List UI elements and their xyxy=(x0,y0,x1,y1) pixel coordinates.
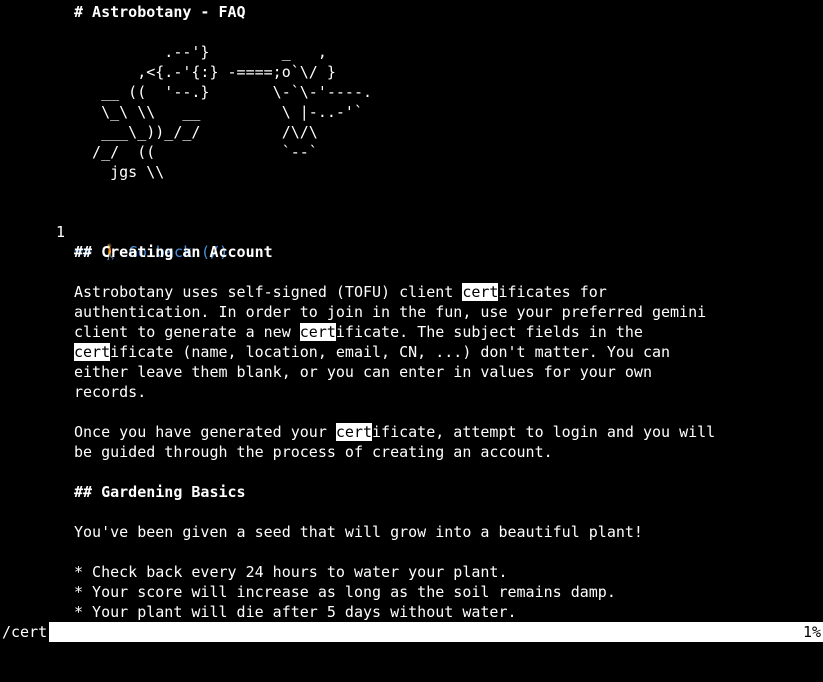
search-command-input[interactable]: /cert xyxy=(0,622,50,642)
paragraph-line: client to generate a new certificate. Th… xyxy=(74,323,643,341)
paragraph-line: certificate (name, location, email, CN, … xyxy=(74,343,671,361)
page-title: # Astrobotany - FAQ xyxy=(74,3,246,21)
search-match-highlight: cert xyxy=(299,323,336,341)
paragraph-line: Astrobotany uses self-signed (TOFU) clie… xyxy=(74,283,607,301)
search-match-highlight: cert xyxy=(74,343,111,361)
scroll-percent: 1% xyxy=(802,623,821,641)
link-number: 1 xyxy=(56,223,66,241)
status-bar: /cert 1% xyxy=(0,622,823,642)
heading-gardening-basics: ## Gardening Basics xyxy=(74,483,246,501)
search-match-highlight: cert xyxy=(462,283,499,301)
list-item: * Check back every 24 hours to water you… xyxy=(74,563,508,581)
paragraph-line: be guided through the process of creatin… xyxy=(74,443,553,461)
ascii-line: ___\_))_/_/ /\/\ xyxy=(74,123,318,141)
ascii-line: ,<{.-'{:} -====;o`\/ } xyxy=(74,63,336,81)
list-item: * Your score will increase as long as th… xyxy=(74,583,616,601)
search-match-highlight: cert xyxy=(335,423,373,441)
ascii-line: __ (( '--.} \-`\-'----. xyxy=(74,83,373,101)
paragraph-line: Once you have generated your certificate… xyxy=(74,423,716,441)
paragraph-line: authentication. In order to join in the … xyxy=(74,303,707,321)
ascii-line: /_/ (( `--` xyxy=(74,143,318,161)
paragraph-line: either leave them blank, or you can ente… xyxy=(74,363,652,381)
gardening-intro: You've been given a seed that will grow … xyxy=(74,523,643,541)
ascii-line: jgs \\ xyxy=(74,163,165,181)
link-row[interactable]: 1 => 🚶 Go back (/) xyxy=(0,202,823,261)
paragraph-line: records. xyxy=(74,383,147,401)
ascii-line: \_\ \\ __ \ |-..-'` xyxy=(74,103,363,121)
ascii-line: .--'} _ , xyxy=(74,43,327,61)
list-item: * Your plant will die after 5 days witho… xyxy=(74,603,517,621)
heading-creating-account: ## Creating an Account xyxy=(74,243,273,261)
